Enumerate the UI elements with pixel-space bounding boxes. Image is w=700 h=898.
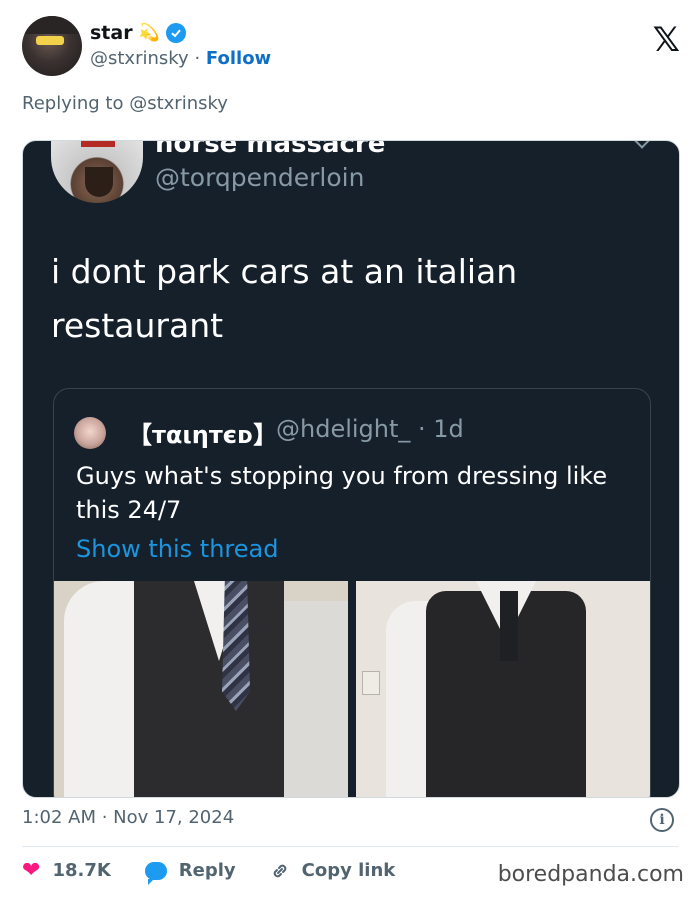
chat-bubble-icon xyxy=(144,861,167,885)
chevron-down-icon xyxy=(629,141,655,149)
avatar-beard xyxy=(85,167,113,197)
x-logo-icon[interactable]: 𝕏 xyxy=(653,20,680,60)
embedded-tweet-image[interactable]: horse massacre @torqpenderloin i dont pa… xyxy=(22,140,680,798)
heart-icon: ❤ xyxy=(22,858,41,883)
embedded-author-name: horse massacre xyxy=(155,140,386,159)
vest-photo-right xyxy=(356,581,650,797)
tie xyxy=(222,581,250,711)
author-name[interactable]: star xyxy=(90,22,133,44)
separator-dot: · xyxy=(194,48,201,69)
quoted-author-name: 【тαιηтєᴅ】 xyxy=(128,421,278,449)
link-icon xyxy=(270,861,290,881)
shirt-right xyxy=(284,601,348,797)
show-thread-link: Show this thread xyxy=(76,535,279,563)
like-count: 18.7K xyxy=(52,860,111,881)
author-handle[interactable]: @stxrinsky xyxy=(90,48,189,69)
quoted-author-avatar xyxy=(74,417,106,449)
embedded-tweet-text: i dont park cars at an italian restauran… xyxy=(51,252,518,345)
embedded-author-avatar xyxy=(51,141,143,203)
quoted-tweet-text: Guys what's stopping you from dressing l… xyxy=(76,462,608,524)
quoted-author-meta: @hdelight_ · 1d xyxy=(276,415,464,443)
light-switch xyxy=(362,671,380,695)
author-avatar[interactable] xyxy=(22,16,82,76)
tie xyxy=(500,591,518,661)
verified-badge-icon xyxy=(165,23,186,43)
replying-to-line: Replying to @stxrinsky xyxy=(22,93,228,114)
vest-photo-left xyxy=(54,581,348,797)
tweet-header: star 💫 @stxrinsky · Follow 𝕏 xyxy=(22,16,682,78)
reply-button[interactable]: Reply xyxy=(144,860,236,885)
info-icon[interactable]: i xyxy=(650,808,674,832)
copy-link-label: Copy link xyxy=(301,860,396,881)
tweet-timestamp[interactable]: 1:02 AM · Nov 17, 2024 xyxy=(22,807,234,828)
like-button[interactable]: ❤ 18.7K xyxy=(22,858,111,883)
quoted-tweet: 【тαιηтєᴅ】 @hdelight_ · 1d Guys what's st… xyxy=(53,388,651,797)
avatar-hat xyxy=(81,141,115,147)
dizzy-star-icon: 💫 xyxy=(138,23,160,43)
avatar-glasses xyxy=(36,36,64,45)
avatar-cap xyxy=(22,16,82,34)
action-bar: ❤ 18.7K Reply Copy link xyxy=(22,858,429,885)
follow-button[interactable]: Follow xyxy=(206,48,271,69)
author-handle-line: @stxrinsky · Follow xyxy=(90,48,271,69)
boredpanda-watermark: boredpanda.com xyxy=(497,862,684,887)
author-name-line: star 💫 xyxy=(90,22,186,44)
reply-label: Reply xyxy=(178,860,236,881)
copy-link-button[interactable]: Copy link xyxy=(270,860,396,881)
divider xyxy=(22,846,678,847)
embedded-author-handle: @torqpenderloin xyxy=(155,163,365,192)
